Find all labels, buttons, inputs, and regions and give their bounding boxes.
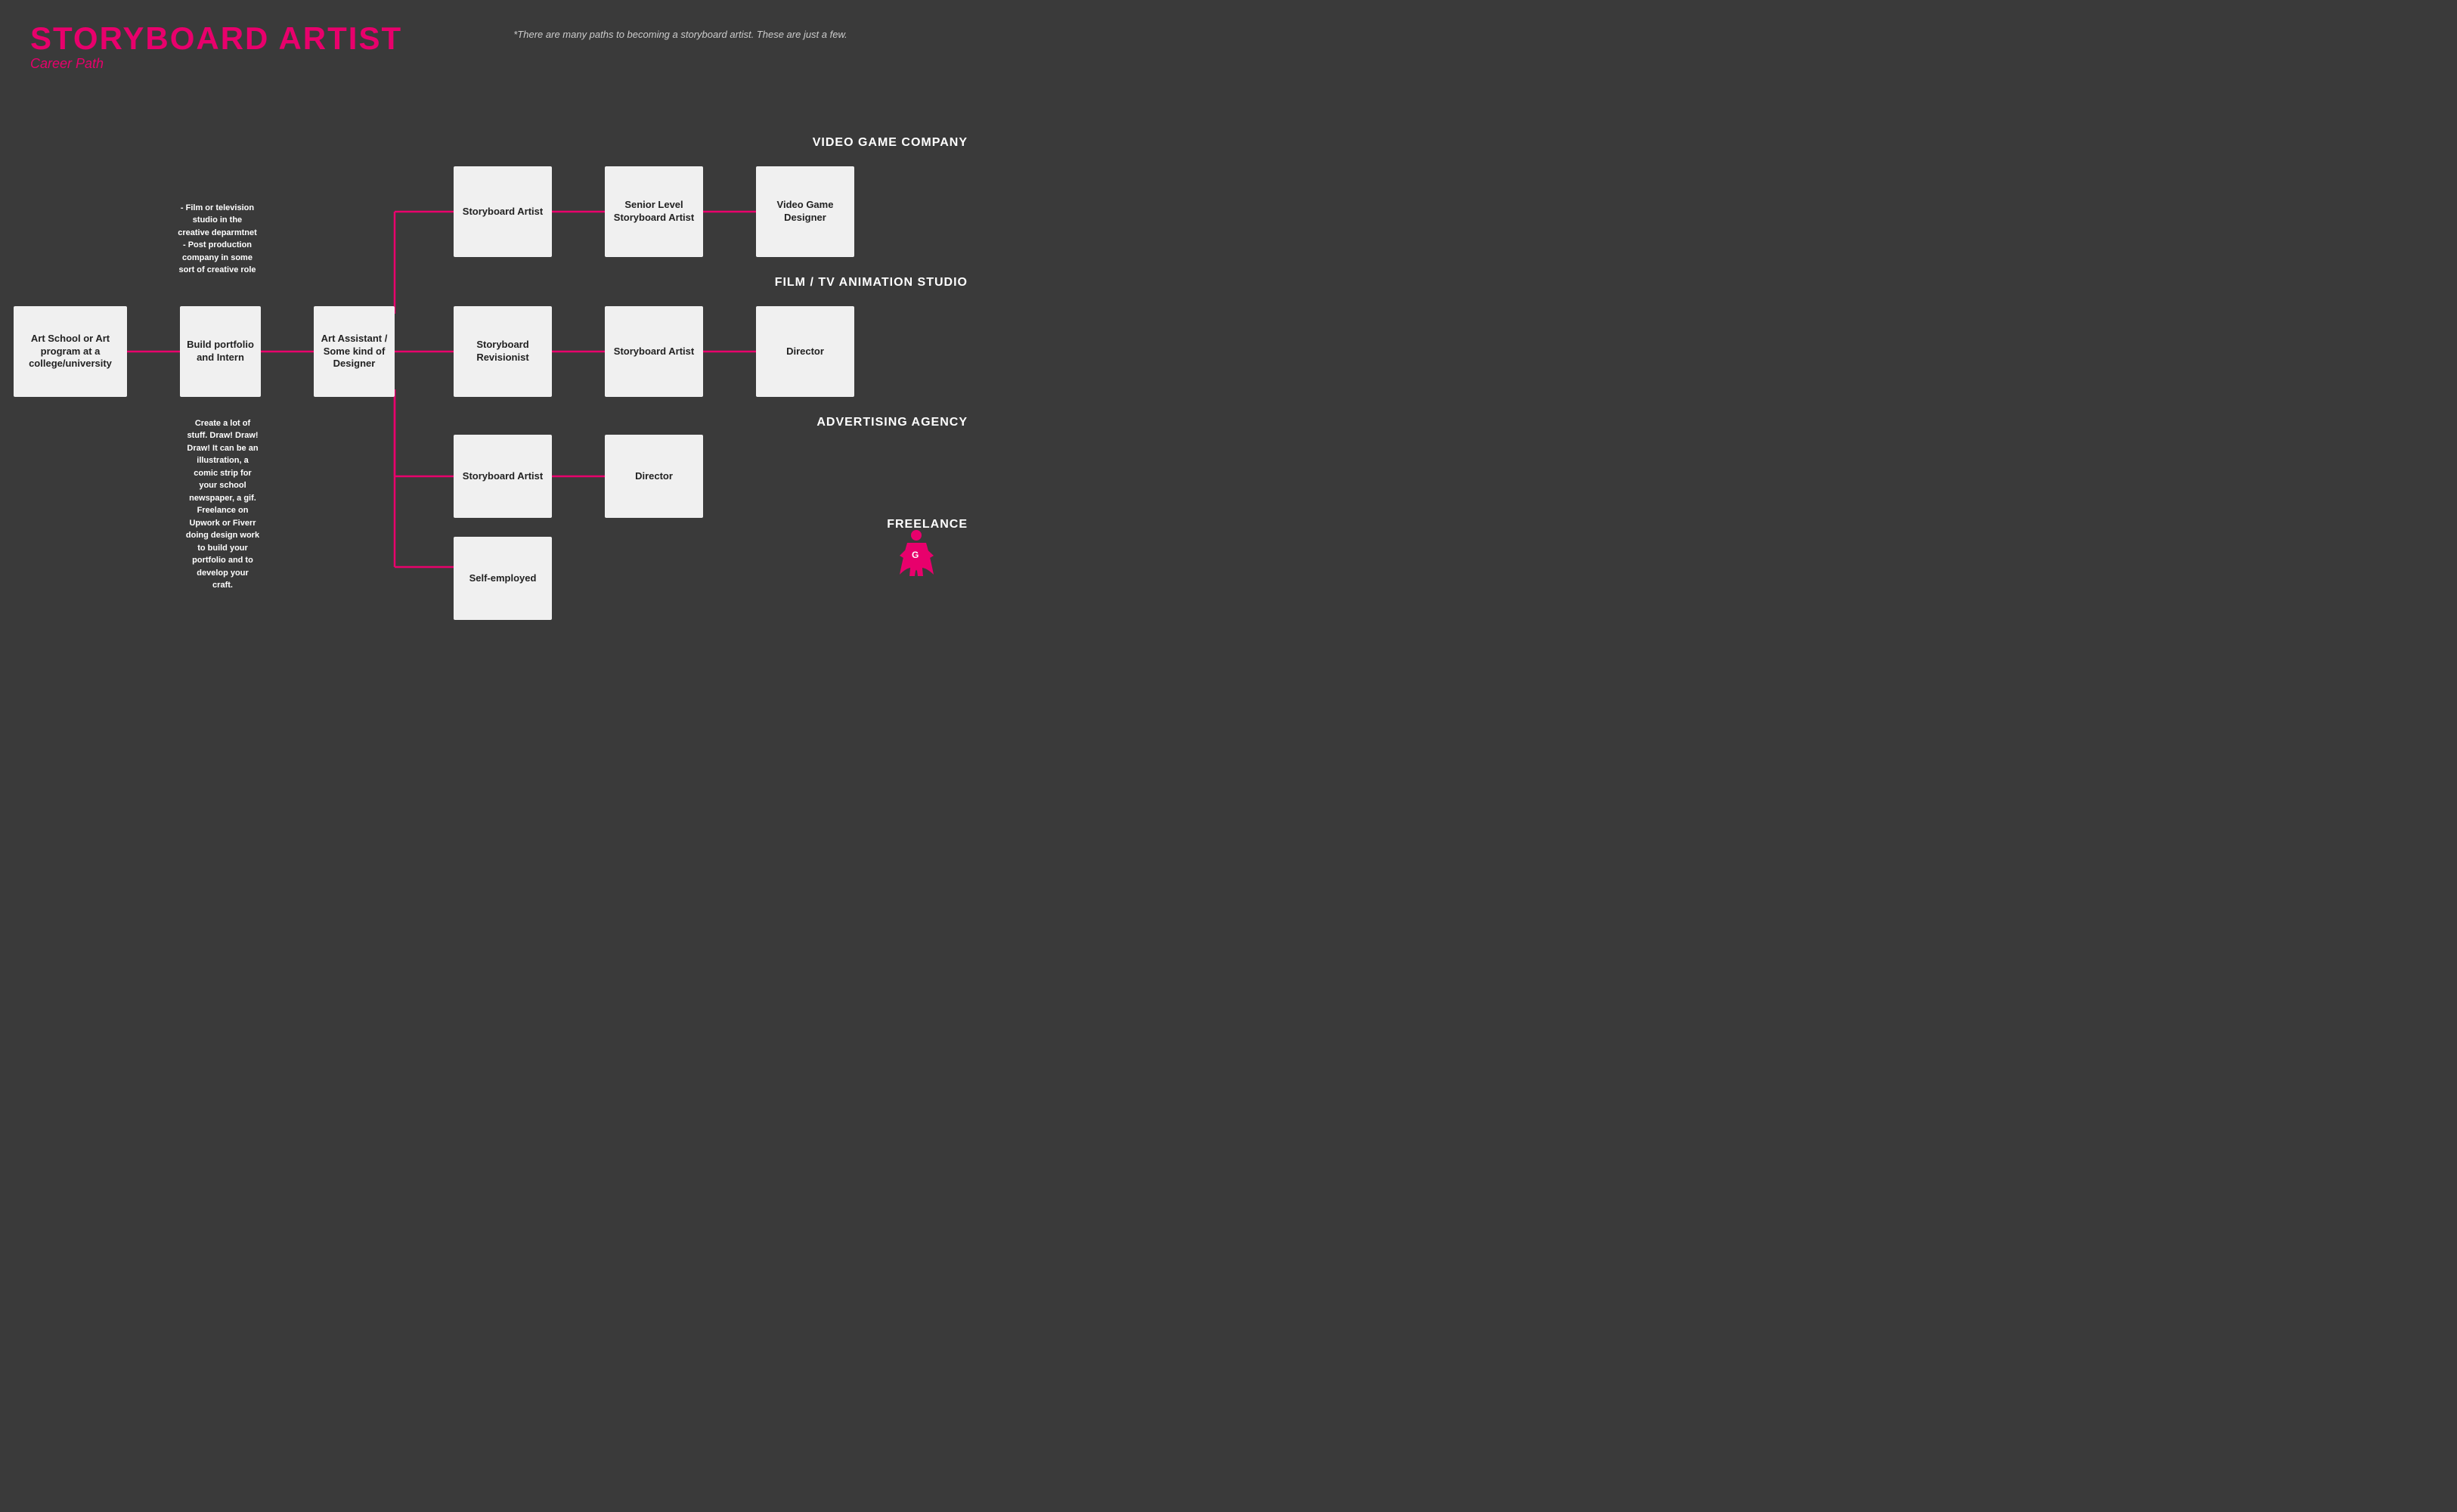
header-subtitle: Career Path bbox=[30, 56, 953, 72]
node-build-portfolio: Build portfolio and Intern bbox=[180, 306, 261, 397]
node-storyboard-artist-adv: Storyboard Artist bbox=[454, 435, 552, 518]
node-art-assistant: Art Assistant / Some kind of Designer bbox=[314, 306, 395, 397]
page: STORYBOARD ARTIST Career Path *There are… bbox=[0, 0, 983, 605]
section-film-tv: FILM / TV ANIMATION STUDIO bbox=[775, 276, 968, 290]
section-video-game: VIDEO GAME COMPANY bbox=[813, 136, 968, 150]
node-storyboard-revisionist: Storyboard Revisionist bbox=[454, 306, 552, 397]
section-advertising: ADVERTISING AGENCY bbox=[816, 416, 968, 429]
superhero-icon: G bbox=[896, 529, 937, 582]
header-note: *There are many paths to becoming a stor… bbox=[408, 29, 953, 40]
node-storyboard-artist-vg: Storyboard Artist bbox=[454, 166, 552, 257]
svg-text:G: G bbox=[912, 550, 919, 560]
label-below-portfolio: Create a lot of stuff. Draw! Draw! Draw!… bbox=[168, 404, 277, 592]
label-above-portfolio: - Film or television studio in the creat… bbox=[166, 189, 268, 277]
flow-container: Art School or Art program at a college/u… bbox=[0, 91, 983, 597]
node-art-school: Art School or Art program at a college/u… bbox=[14, 306, 127, 397]
node-director-adv: Director bbox=[605, 435, 703, 518]
node-director-film: Director bbox=[756, 306, 854, 397]
node-senior-level: Senior Level Storyboard Artist bbox=[605, 166, 703, 257]
node-video-game-designer: Video Game Designer bbox=[756, 166, 854, 257]
node-self-employed: Self-employed bbox=[454, 537, 552, 620]
node-storyboard-artist-film: Storyboard Artist bbox=[605, 306, 703, 397]
